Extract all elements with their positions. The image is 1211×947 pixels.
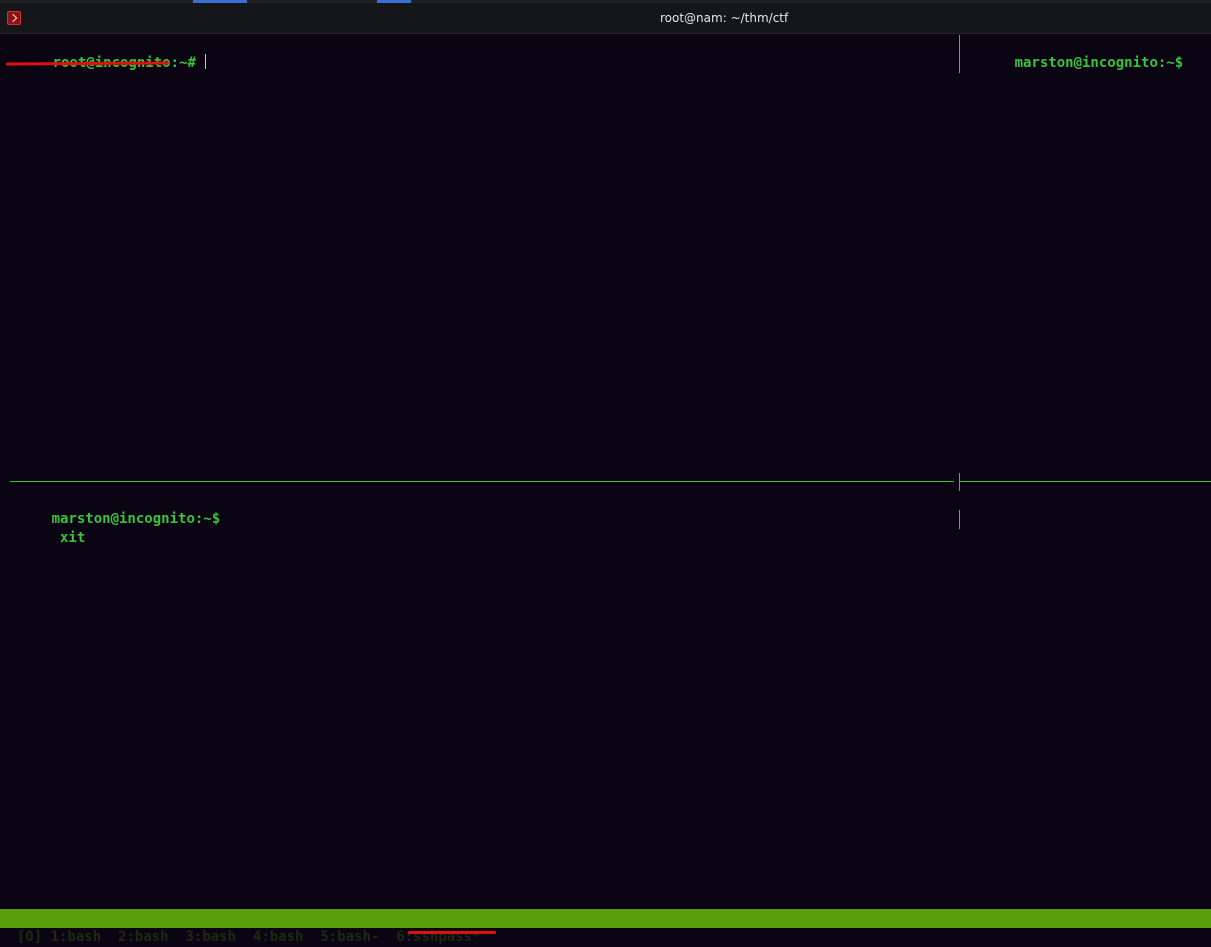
pane-top-right[interactable]: marston@incognito:~$ xyxy=(961,34,1211,474)
window-tab-1[interactable]: 1:bash xyxy=(51,929,102,945)
window-titlebar[interactable]: root@nam: ~/thm/ctf xyxy=(0,0,1211,34)
output-line: xit xyxy=(1,511,85,565)
window-tab-5[interactable]: 5:bash- xyxy=(320,929,379,945)
pane-divider-vertical-top[interactable] xyxy=(959,35,960,73)
pane-bottom-left[interactable]: marston@incognito:~$ xit xyxy=(0,490,958,908)
pane-divider-vertical-bottom[interactable] xyxy=(959,510,960,529)
window-tab-2[interactable]: 2:bash xyxy=(118,929,169,945)
session-indicator: [0] xyxy=(16,929,43,945)
window-tab-4[interactable]: 4:bash xyxy=(253,929,304,945)
window-tab-3[interactable]: 3:bash xyxy=(185,929,236,945)
pane-top-left[interactable]: root@incognito:~# xyxy=(0,34,958,474)
terminal-area[interactable]: root@incognito:~# marston@incognito:~$ m… xyxy=(0,34,1211,946)
pane-divider-junction xyxy=(959,473,960,491)
prompt-line: marston@incognito:~$ xyxy=(964,36,1184,90)
pane-divider-horizontal[interactable] xyxy=(10,481,954,482)
annotation-underline-active-window xyxy=(408,931,496,934)
pane-divider-horizontal-right[interactable] xyxy=(960,481,1211,482)
text-cursor xyxy=(204,54,206,69)
window-title: root@nam: ~/thm/ctf xyxy=(660,11,789,25)
taskbar-strip xyxy=(0,0,1211,3)
pane-bottom-right[interactable] xyxy=(961,490,1211,908)
tmux-status-bar: [0] 1:bash 2:bash 3:bash 4:bash 5:bash- … xyxy=(0,909,1211,945)
marston-prompt: marston@incognito:~$ xyxy=(1014,55,1184,71)
command-output: xit xyxy=(51,530,86,546)
